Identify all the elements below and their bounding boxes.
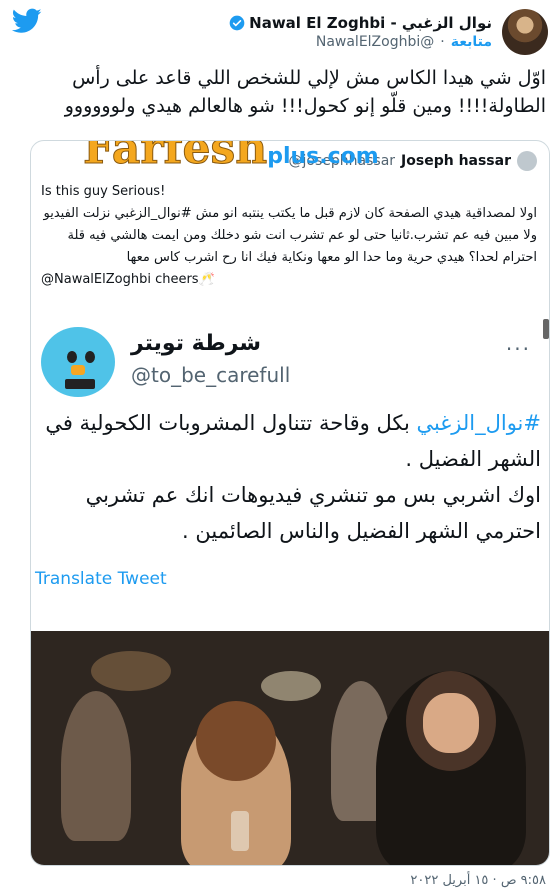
quoted-tweet[interactable]: Farfeshplus.com @josephhassar Joseph has…: [30, 140, 550, 866]
tweet-header: نوال الزغبي - Nawal El Zoghbi متابعة · @…: [229, 4, 548, 60]
tweet-timestamp[interactable]: ٩:٥٨ ص · ١٥ أبريل ٢٠٢٢: [410, 873, 546, 888]
farfesh-watermark: Farfeshplus.com: [82, 140, 379, 175]
video-thumbnail[interactable]: [31, 631, 549, 865]
quote-first-line: Is this guy Serious!: [41, 184, 166, 199]
quote-avatar[interactable]: [517, 151, 537, 171]
quote-mention-line[interactable]: @NawalElZoghbi cheers🥂: [31, 269, 549, 291]
scrollbar-thumb[interactable]: [543, 319, 549, 339]
quote-author-name[interactable]: Joseph hassar: [401, 153, 511, 169]
author-handle[interactable]: @NawalElZoghbi: [316, 34, 434, 50]
embed-tweet-text: #نوال_الزغبي بكل وقاحة تتناول المشروبات …: [41, 405, 541, 549]
avatar[interactable]: [502, 9, 548, 55]
embed-author-name: شرطة تويتر: [131, 331, 262, 356]
embed-author-handle: @to_be_carefull: [131, 363, 291, 387]
watermark-suffix: plus.com: [267, 144, 379, 169]
verified-badge-icon: [229, 15, 245, 31]
follow-button[interactable]: متابعة: [451, 34, 492, 50]
embed-hashtag: #نوال_الزغبي: [416, 411, 541, 435]
more-options-icon: ···: [505, 337, 531, 361]
author-name[interactable]: نوال الزغبي - Nawal El Zoghbi: [249, 14, 492, 32]
quote-body: اولا لمصداقية هيدي الصفحة كان لازم قبل م…: [43, 206, 537, 265]
handle-line: متابعة · @NawalElZoghbi: [229, 34, 492, 50]
separator: ·: [440, 34, 445, 50]
embedded-tweet-screenshot: شرطة تويتر @to_be_carefull ··· #نوال_الز…: [31, 317, 549, 617]
tweet-text: اوّل شي هيدا الكاس مش لإلي للشخص اللي قا…: [64, 67, 546, 117]
embed-text-rest: اوك اشربي بس مو تنشري فيديوهات انك عم تش…: [85, 483, 541, 543]
watermark-main: Farfesh: [82, 140, 268, 175]
twitter-logo-icon: [12, 8, 42, 33]
translate-tweet-link: Translate Tweet: [35, 569, 167, 589]
bird-avatar-icon: [41, 327, 115, 397]
author-info: نوال الزغبي - Nawal El Zoghbi متابعة · @…: [229, 14, 492, 50]
author-name-line[interactable]: نوال الزغبي - Nawal El Zoghbi: [229, 14, 492, 32]
